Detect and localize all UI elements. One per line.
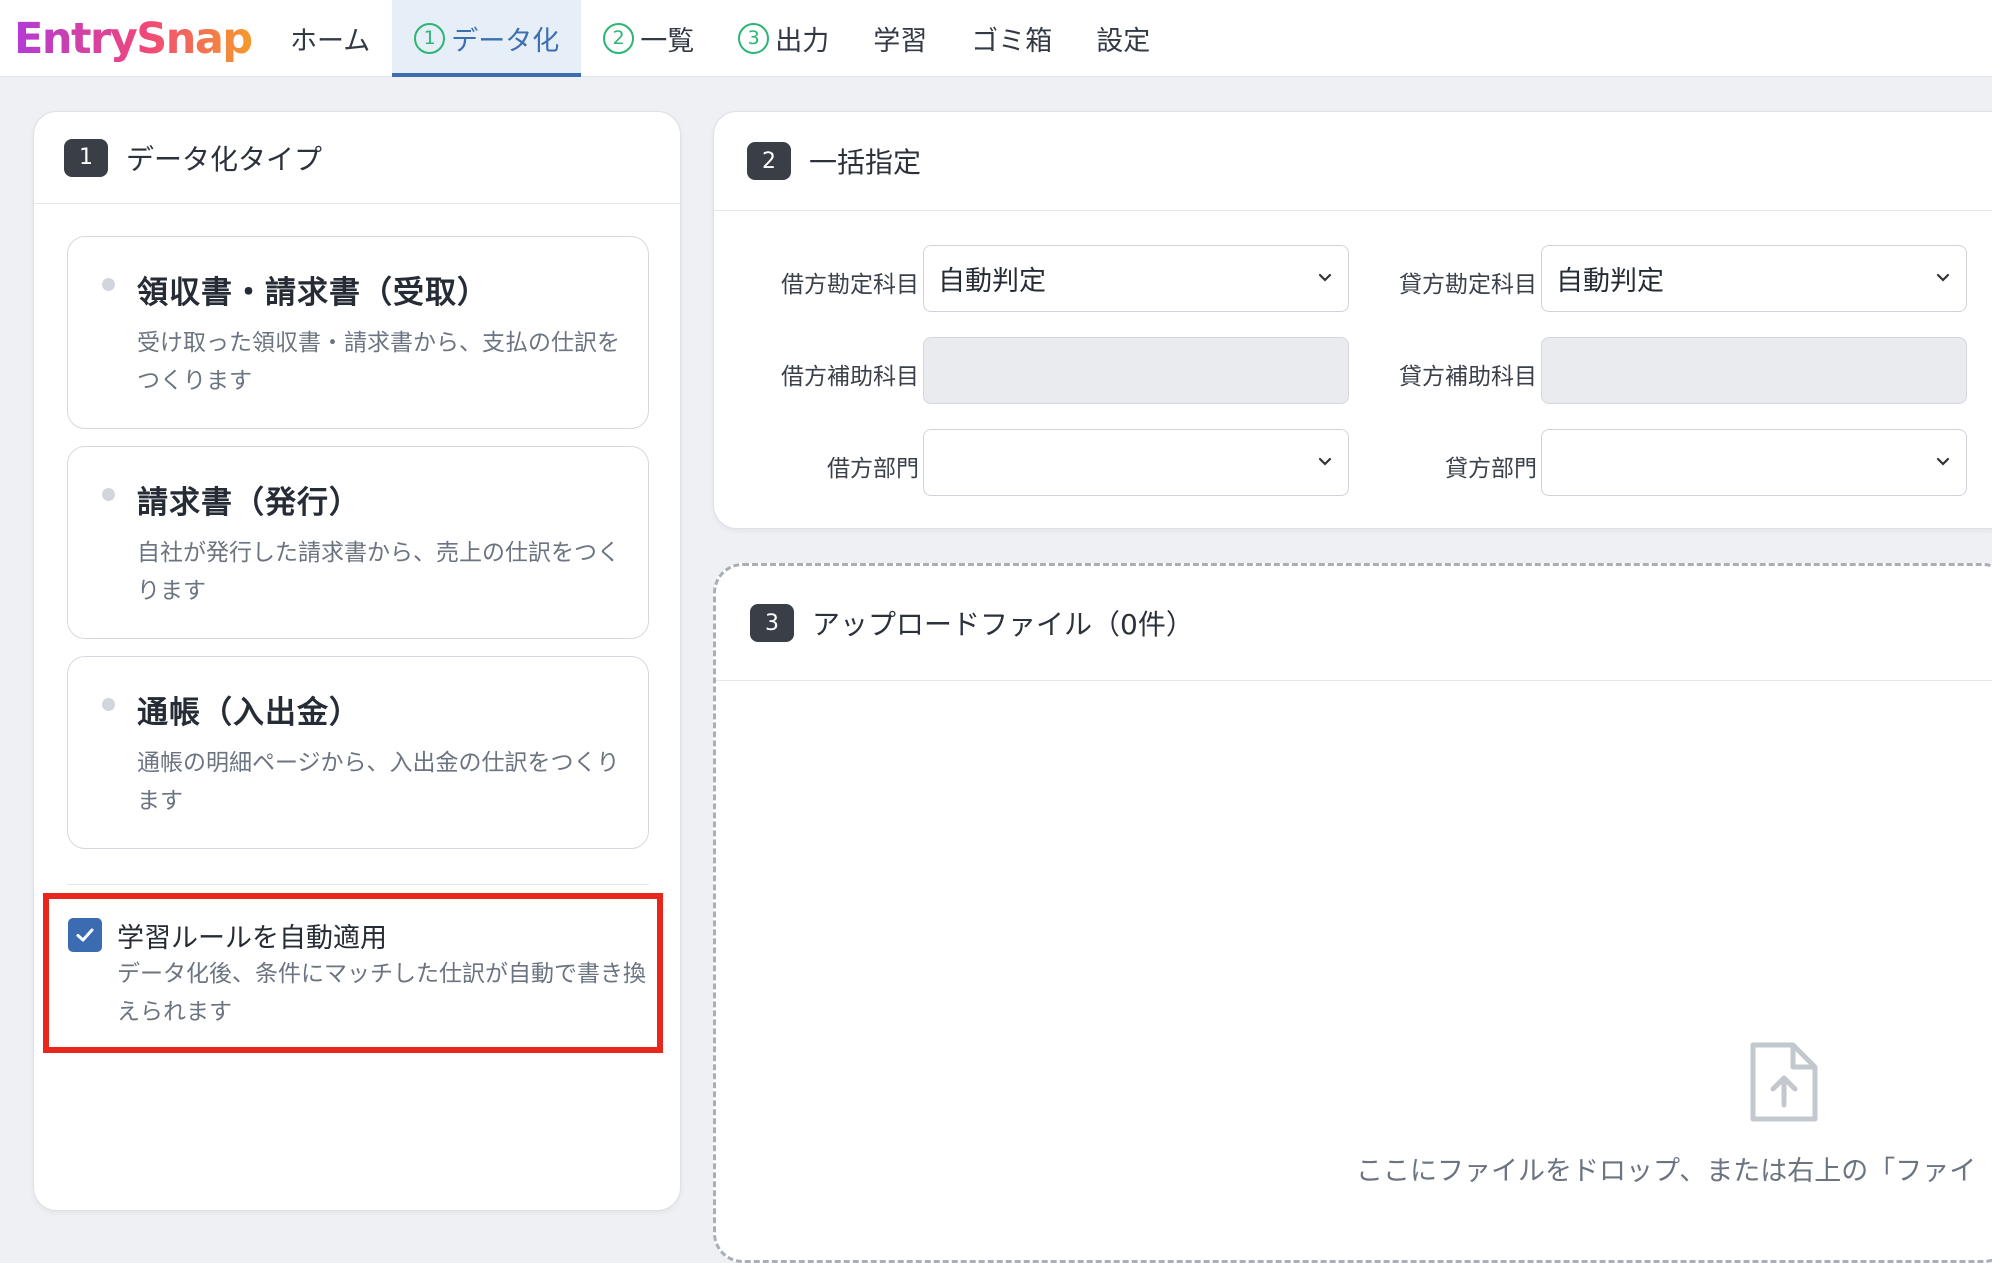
auto-apply-checkbox[interactable] <box>68 918 102 952</box>
chevron-down-icon <box>1936 273 1950 282</box>
bulk-settings-panel: 2 一括指定 借方勘定科目 自動判定 貸方勘定科目 自動判定 借方補助科目 貸方… <box>713 111 1992 529</box>
option-title: 領収書・請求書（受取） <box>137 275 489 311</box>
debit-account-select[interactable]: 自動判定 <box>923 245 1349 312</box>
debit-account-value: 自動判定 <box>938 266 1046 297</box>
step-badge: 3 <box>750 604 794 642</box>
chevron-down-icon <box>1318 457 1332 466</box>
svg-text:EntrySnap: EntrySnap <box>14 14 252 64</box>
nav-trash[interactable]: ゴミ箱 <box>949 0 1074 76</box>
nav-list[interactable]: 2 一覧 <box>581 0 716 76</box>
nav-settings-label: 設定 <box>1096 25 1151 57</box>
step-2-icon: 2 <box>603 22 635 54</box>
top-nav-bar: EntrySnap ホーム 1 データ化 2 一覧 3 出力 学習 ゴミ箱 設定 <box>0 0 1992 77</box>
option-receipt-invoice-received[interactable]: 領収書・請求書（受取） 受け取った領収書・請求書から、支払の仕訳をつくります <box>67 236 649 429</box>
nav-learning-label: 学習 <box>873 25 928 57</box>
credit-department-select[interactable] <box>1541 429 1967 496</box>
credit-sub-account-input[interactable] <box>1541 337 1967 404</box>
data-type-header: 1 データ化タイプ <box>34 112 680 204</box>
debit-sub-account-label: 借方補助科目 <box>781 364 919 390</box>
data-type-title: データ化タイプ <box>126 142 323 176</box>
option-description: 受け取った領収書・請求書から、支払の仕訳をつくります <box>137 330 620 394</box>
auto-apply-description: データ化後、条件にマッチした仕訳が自動で書き換えられます <box>117 961 646 1025</box>
check-icon <box>76 928 94 942</box>
upload-dropzone[interactable]: 3 アップロードファイル（0件） ここにファイルをドロップ、または右上の「ファイ <box>713 563 1992 1263</box>
debit-account-label: 借方勘定科目 <box>781 272 919 298</box>
auto-apply-rules-section: 学習ルールを自動適用 データ化後、条件にマッチした仕訳が自動で書き換えられます <box>43 893 663 1053</box>
step-3-icon: 3 <box>738 22 770 54</box>
nav-settings[interactable]: 設定 <box>1074 0 1172 76</box>
radio-dot-icon[interactable] <box>102 278 115 291</box>
nav-data-conversion[interactable]: 1 データ化 <box>392 0 582 77</box>
nav-list-label: 一覧 <box>640 25 695 57</box>
nav-trash-label: ゴミ箱 <box>971 25 1053 57</box>
radio-dot-icon[interactable] <box>102 698 115 711</box>
debit-department-label: 借方部門 <box>827 456 919 482</box>
debit-sub-account-input[interactable] <box>923 337 1349 404</box>
logo-image: EntrySnap <box>14 14 253 64</box>
nav-home[interactable]: ホーム <box>268 0 392 76</box>
nav-learning[interactable]: 学習 <box>851 0 949 76</box>
bulk-settings-title: 一括指定 <box>809 146 922 179</box>
credit-account-select[interactable]: 自動判定 <box>1541 245 1967 312</box>
nav-home-label: ホーム <box>290 25 371 57</box>
auto-apply-label[interactable]: 学習ルールを自動適用 <box>117 916 387 955</box>
app-logo[interactable]: EntrySnap <box>0 0 268 77</box>
credit-account-label: 貸方勘定科目 <box>1399 272 1537 298</box>
step-1-icon: 1 <box>414 22 446 54</box>
chevron-down-icon <box>1936 457 1950 466</box>
nav-data-conversion-label: データ化 <box>451 25 560 57</box>
drop-instruction-text: ここにファイルをドロップ、または右上の「ファイ <box>1356 1156 1977 1187</box>
bulk-settings-header: 2 一括指定 <box>714 112 1992 211</box>
credit-department-label: 貸方部門 <box>1445 456 1537 482</box>
nav-output-label: 出力 <box>775 25 830 57</box>
option-title: 請求書（発行） <box>137 485 361 521</box>
option-description: 通帳の明細ページから、入出金の仕訳をつくります <box>137 750 620 814</box>
step-badge: 2 <box>747 142 791 180</box>
credit-account-value: 自動判定 <box>1556 266 1664 297</box>
option-title: 通帳（入出金） <box>137 695 361 731</box>
credit-sub-account-label: 貸方補助科目 <box>1399 364 1537 390</box>
step-badge: 1 <box>64 138 108 177</box>
option-invoice-issued[interactable]: 請求書（発行） 自社が発行した請求書から、売上の仕訳をつくります <box>67 446 649 639</box>
divider <box>67 884 649 885</box>
file-upload-icon <box>1750 1042 1818 1122</box>
chevron-down-icon <box>1318 273 1332 282</box>
option-description: 自社が発行した請求書から、売上の仕訳をつくります <box>137 540 620 604</box>
debit-department-select[interactable] <box>923 429 1349 496</box>
data-type-panel: 1 データ化タイプ 領収書・請求書（受取） 受け取った領収書・請求書から、支払の… <box>33 111 681 1211</box>
upload-header: 3 アップロードファイル（0件） <box>716 566 1992 681</box>
upload-title: アップロードファイル（0件） <box>812 608 1194 641</box>
radio-dot-icon[interactable] <box>102 488 115 501</box>
option-bankbook[interactable]: 通帳（入出金） 通帳の明細ページから、入出金の仕訳をつくります <box>67 656 649 849</box>
nav-output[interactable]: 3 出力 <box>716 0 851 76</box>
